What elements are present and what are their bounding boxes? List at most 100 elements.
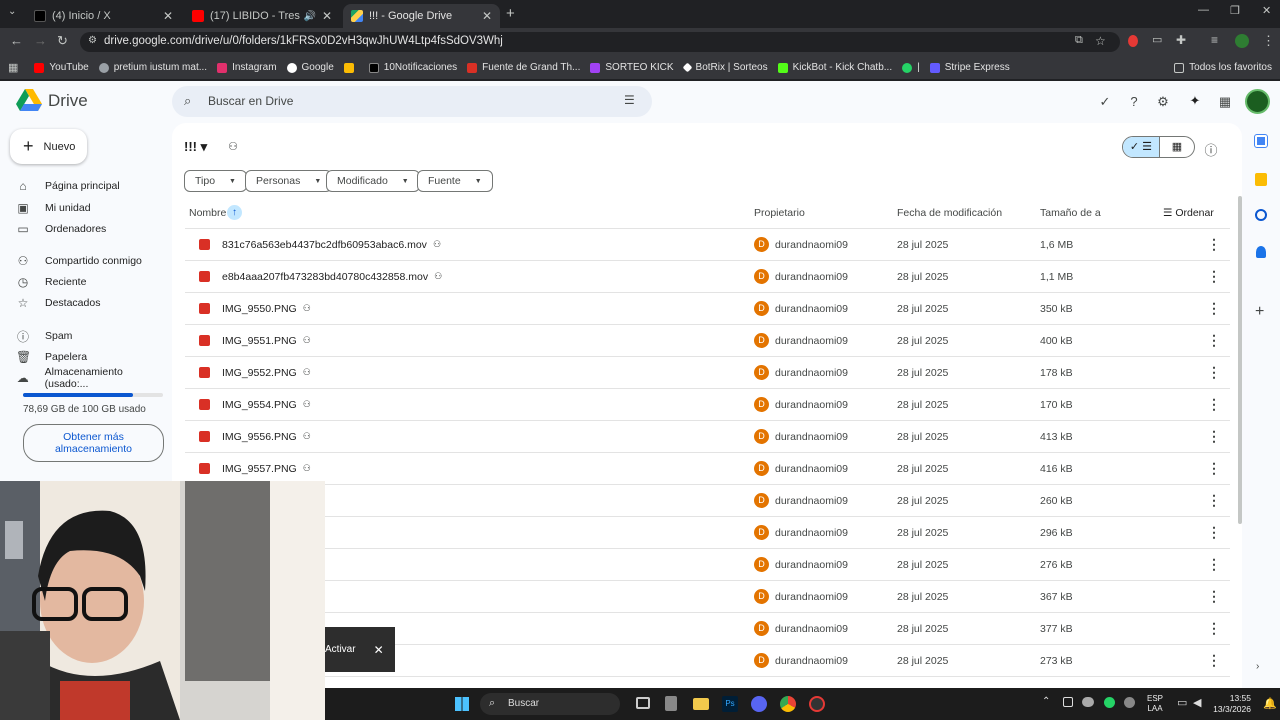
reload-icon[interactable]: ↻ [57,33,68,49]
back-icon[interactable]: ← [10,33,23,48]
site-info-icon[interactable]: ⚙ [88,35,97,46]
add-addon-icon[interactable]: + [1255,303,1264,321]
more-actions-icon[interactable]: ⋮ [1207,268,1221,285]
extension-icon[interactable]: ▭ [1152,33,1162,46]
profile-avatar[interactable] [1235,34,1249,48]
close-icon[interactable]: ✕ [157,9,173,23]
file-row[interactable]: IMG_9551.PNG ⚇ Ddurandnaomi09 28 jul 2025 40… [185,325,1230,357]
nav-starred[interactable]: ☆ Destacados [16,293,166,313]
tab-x[interactable]: (4) Inicio / X ✕ [26,4,181,28]
column-owner[interactable]: Propietario [754,207,805,219]
minimize-icon[interactable]: — [1198,4,1209,16]
obs-icon[interactable] [809,696,825,712]
more-actions-icon[interactable]: ⋮ [1207,620,1221,637]
tray-chevron-icon[interactable]: ⌃ [1042,696,1050,707]
column-name[interactable]: Nombre [189,207,226,219]
close-icon[interactable]: ✕ [476,9,492,23]
help-icon[interactable]: ? [1127,94,1141,109]
task-view-icon[interactable] [636,697,650,709]
bookmark[interactable]: | [902,62,920,73]
bookmark[interactable]: KickBot - Kick Chatb... [777,62,892,73]
taskbar-search[interactable]: ⌕ Buscar [480,693,620,715]
file-row[interactable]: IMG_9556.PNG ⚇ Ddurandnaomi09 28 jul 2025 41… [185,421,1230,453]
notification-bell-icon[interactable]: 🔔 [1263,697,1277,710]
filter-type[interactable]: Tipo ▼ [184,170,247,192]
more-actions-icon[interactable]: ⋮ [1207,428,1221,445]
speaker-icon[interactable]: 🔊 [303,11,315,22]
new-tab-icon[interactable]: + [506,5,515,22]
forward-icon[interactable]: → [34,33,47,48]
whatsapp-tray-icon[interactable] [1104,697,1115,708]
tasks-icon[interactable] [1255,209,1267,221]
nav-trash[interactable]: 🗑 Papelera [16,347,166,367]
close-icon[interactable]: ✕ [316,9,332,23]
app-icon[interactable] [665,696,677,711]
drive-logo[interactable]: Drive [16,89,88,112]
more-actions-icon[interactable]: ⋮ [1207,460,1221,477]
input-language[interactable]: ESP LAA [1147,694,1163,714]
discord-icon[interactable] [751,696,767,712]
nav-storage[interactable]: ☁ Almacenamiento (usado:... [16,366,166,390]
file-row[interactable]: Ddurandnaomi09 28 jul 2025 296 kB ⋮ [185,517,1230,549]
file-row[interactable]: Ddurandnaomi09 28 jul 2025 260 kB ⋮ [185,485,1230,517]
bookmark[interactable]: Google [286,62,334,73]
extension-icon[interactable] [1128,35,1138,47]
file-row[interactable]: IMG_9550.PNG ⚇ Ddurandnaomi09 28 jul 2025 35… [185,293,1230,325]
more-actions-icon[interactable]: ⋮ [1207,300,1221,317]
cloud-tray-icon[interactable] [1082,697,1094,707]
folder-title[interactable]: !!! ▾ [184,139,207,155]
apps-grid-icon[interactable]: ▦ [8,61,18,74]
file-row[interactable]: IMG_9557.PNG ⚇ Ddurandnaomi09 28 jul 2025 41… [185,453,1230,485]
keep-icon[interactable] [1255,173,1267,186]
install-icon[interactable]: ⧉ [1075,34,1083,47]
bookmark[interactable]: SORTEO KICK [590,62,674,73]
file-row[interactable]: Ddurandnaomi09 28 jul 2025 276 kB ⋮ [185,549,1230,581]
account-avatar[interactable] [1245,89,1270,114]
nav-spam[interactable]: ⓘ Spam [16,326,166,346]
tab-drive[interactable]: !!! - Google Drive ✕ [343,4,500,28]
close-icon[interactable]: ✕ [374,643,384,657]
search-icon[interactable]: ⌕ [184,93,191,109]
settings-gear-icon[interactable]: ⚙ [1156,94,1170,109]
new-button[interactable]: + Nuevo [10,129,87,164]
sort-button[interactable]: ☰ Ordenar [1163,207,1214,219]
more-actions-icon[interactable]: ⋮ [1207,588,1221,605]
file-row[interactable]: IMG_9552.PNG ⚇ Ddurandnaomi09 28 jul 2025 17… [185,357,1230,389]
bookmark[interactable]: Fuente de Grand Th... [467,62,580,73]
get-storage-button[interactable]: Obtener más almacenamiento [23,424,164,462]
bookmark[interactable]: Instagram [217,62,277,73]
offline-ready-icon[interactable]: ✓ [1098,94,1112,109]
filter-people[interactable]: Personas ▼ [245,170,333,192]
more-actions-icon[interactable]: ⋮ [1207,492,1221,509]
snackbar-action[interactable]: Activar [325,644,356,655]
bookmark[interactable]: YouTube [34,62,89,73]
more-actions-icon[interactable]: ⋮ [1207,524,1221,541]
window-close-icon[interactable]: ✕ [1262,4,1271,17]
file-row[interactable]: Ddurandnaomi09 28 jul 2025 367 kB ⋮ [185,581,1230,613]
grid-view-icon[interactable]: ▦ [1158,137,1194,157]
bookmark-star-icon[interactable]: ☆ [1095,34,1106,48]
drive-search-input[interactable]: ⌕ Buscar en Drive ☰ [172,86,652,117]
tray-app-icon[interactable] [1124,697,1135,708]
more-actions-icon[interactable]: ⋮ [1207,236,1221,253]
photoshop-icon[interactable]: Ps [722,696,738,712]
sort-arrow-up-icon[interactable]: ↑ [227,205,242,220]
column-size[interactable]: Tamaño de a [1040,207,1101,219]
manage-access-icon[interactable]: ⚇ [226,140,240,154]
tray-app-icon[interactable] [1063,697,1073,707]
expand-panel-icon[interactable]: › [1256,661,1259,672]
nav-computers[interactable]: ▭ Ordenadores [16,219,166,239]
more-actions-icon[interactable]: ⋮ [1207,556,1221,573]
tab-youtube[interactable]: (17) LIBIDO - Tres (Libido Ac 🔊 ✕ [184,4,340,28]
apps-grid-icon[interactable]: ▦ [1218,94,1232,109]
more-actions-icon[interactable]: ⋮ [1207,652,1221,669]
bookmark[interactable]: Stripe Express [929,62,1010,73]
more-actions-icon[interactable]: ⋮ [1207,364,1221,381]
info-icon[interactable]: ⓘ [1204,140,1218,158]
tab-search-icon[interactable]: ⌄ [8,6,16,17]
scrollbar[interactable] [1238,196,1242,524]
search-options-icon[interactable]: ☰ [624,93,635,107]
file-row[interactable]: IMG_9554.PNG ⚇ Ddurandnaomi09 28 jul 2025 17… [185,389,1230,421]
bookmark[interactable]: BotRix | Sorteos [682,62,768,73]
volume-icon[interactable]: ◀ [1193,696,1201,709]
